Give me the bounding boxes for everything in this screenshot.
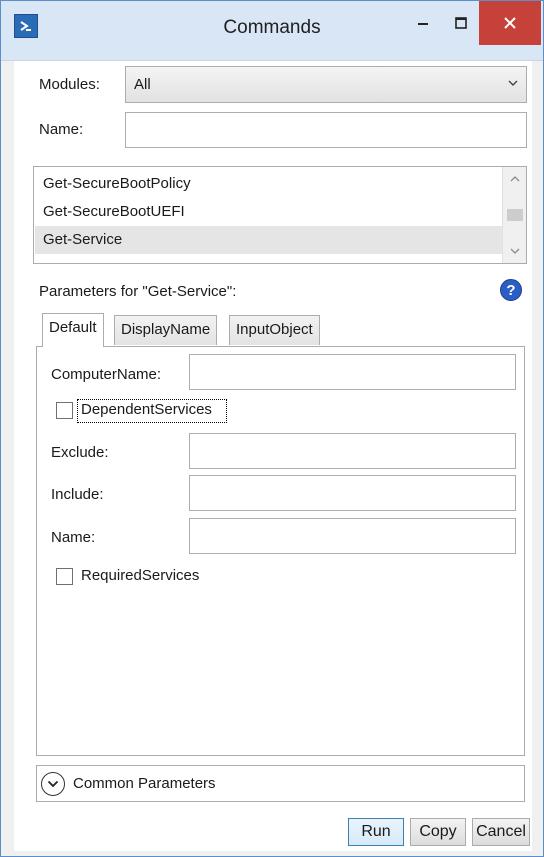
minimize-button[interactable]: [405, 1, 441, 45]
include-input[interactable]: [189, 475, 516, 511]
cancel-button[interactable]: Cancel: [472, 818, 530, 846]
tab-inputobject[interactable]: InputObject: [229, 315, 320, 345]
help-icon[interactable]: ?: [500, 279, 522, 301]
tab-default[interactable]: Default: [42, 313, 104, 347]
commands-window: Commands Modules: All Name: Get-SecureBo…: [0, 0, 544, 857]
modules-label: Modules:: [39, 76, 100, 93]
name-param-input[interactable]: [189, 518, 516, 554]
maximize-button[interactable]: [443, 1, 479, 45]
include-label: Include:: [51, 486, 104, 503]
command-list-scrollbar[interactable]: [502, 167, 526, 263]
dependentservices-label[interactable]: DependentServices: [81, 401, 212, 418]
chevron-up-icon: [510, 176, 519, 182]
run-button[interactable]: Run: [348, 818, 404, 846]
modules-dropdown[interactable]: All: [125, 66, 527, 103]
parameters-heading: Parameters for "Get-Service":: [39, 283, 237, 300]
dependentservices-checkbox[interactable]: [56, 402, 73, 419]
computername-label: ComputerName:: [51, 366, 162, 383]
common-parameters-label: Common Parameters: [73, 775, 216, 792]
title-bar[interactable]: Commands: [1, 1, 543, 61]
main-panel: Modules: All Name: Get-SecureBootPolicy …: [14, 61, 532, 851]
list-item[interactable]: Get-SecureBootUEFI: [35, 198, 502, 226]
copy-button[interactable]: Copy: [410, 818, 466, 846]
scroll-thumb[interactable]: [507, 209, 523, 221]
requiredservices-checkbox[interactable]: [56, 568, 73, 585]
close-button[interactable]: [479, 1, 541, 45]
exclude-input[interactable]: [189, 433, 516, 469]
name-label: Name:: [39, 121, 84, 138]
scroll-down-arrow[interactable]: [503, 241, 526, 261]
chevron-down-icon: [510, 248, 519, 254]
exclude-label: Exclude:: [51, 444, 109, 461]
command-list[interactable]: Get-SecureBootPolicy Get-SecureBootUEFI …: [33, 166, 527, 264]
requiredservices-label[interactable]: RequiredServices: [81, 567, 199, 584]
computername-input[interactable]: [189, 354, 516, 390]
chevron-down-circle-icon[interactable]: [41, 772, 65, 796]
list-item[interactable]: Get-SecureBootPolicy: [35, 170, 502, 198]
common-parameters-expander[interactable]: Common Parameters: [36, 765, 525, 802]
name-filter-input[interactable]: [125, 112, 527, 148]
name-param-label: Name:: [51, 529, 96, 546]
chevron-down-icon: [508, 80, 518, 86]
tab-displayname[interactable]: DisplayName: [114, 315, 218, 345]
list-item-selected[interactable]: Get-Service: [35, 226, 502, 254]
parameters-tab-panel: ComputerName: DependentServices Exclude:…: [36, 346, 525, 756]
scroll-up-arrow[interactable]: [503, 169, 526, 189]
modules-value: All: [134, 76, 151, 93]
close-icon: [504, 17, 516, 29]
